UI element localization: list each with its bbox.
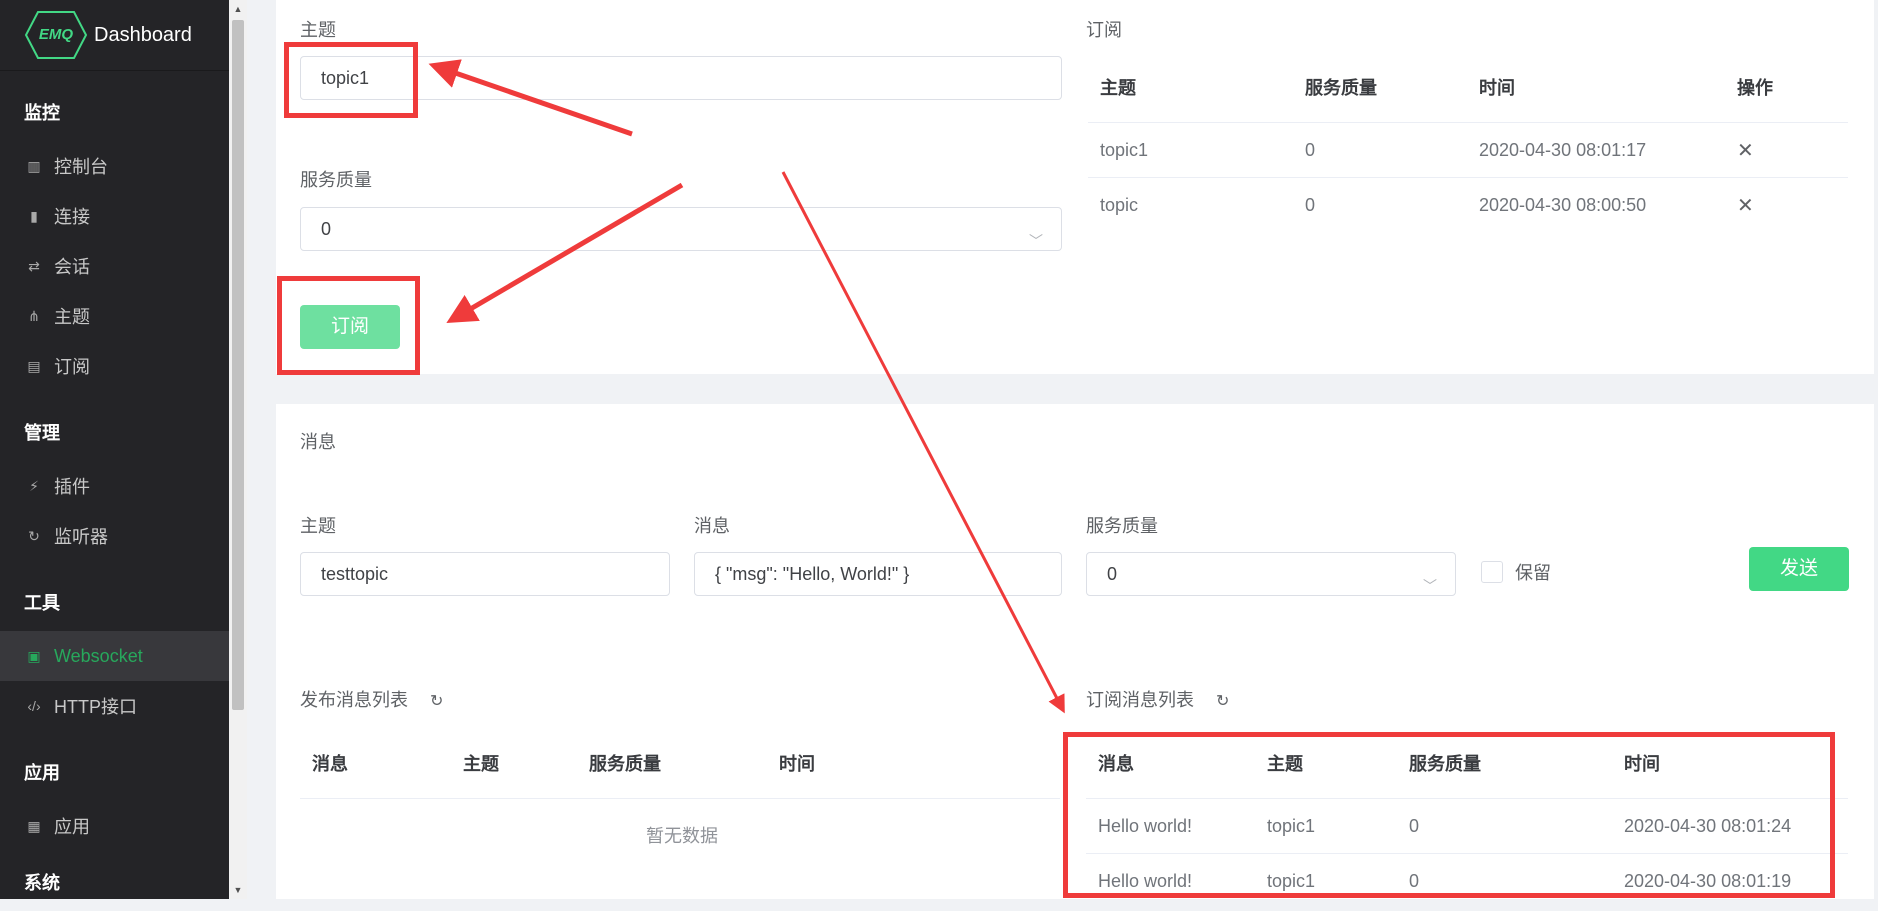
scroll-up-icon[interactable]: ▲ <box>229 2 247 16</box>
subscribe-card: 主题 topic1 服务质量 0 ﹀ 订阅 订阅 主题 服务质量 时间 操作 t… <box>276 0 1874 374</box>
scrollbar-thumb[interactable] <box>232 20 244 710</box>
sidebar-item-topics[interactable]: ⋔ 主题 <box>0 291 229 341</box>
message-payload-input[interactable]: { "msg": "Hello, World!" } <box>694 552 1062 596</box>
refresh-icon: ↻ <box>28 527 40 544</box>
annotation-box-subscribe <box>277 276 420 375</box>
html5-icon: ▣ <box>27 647 41 664</box>
column-header: 操作 <box>1736 52 1848 123</box>
table-row: topic1 0 2020-04-30 08:01:17 ✕ <box>1088 123 1848 178</box>
swap-icon: ⇄ <box>28 257 40 274</box>
sidebar-item-websocket[interactable]: ▣ Websocket <box>0 631 229 681</box>
retain-label: 保留 <box>1515 563 1551 583</box>
table-row: topic 0 2020-04-30 08:00:50 ✕ <box>1088 177 1848 232</box>
refresh-icon[interactable]: ↻ <box>1216 691 1229 711</box>
message-qos-label: 服务质量 <box>1086 516 1158 536</box>
sidebar: EMQ Dashboard 监控 ▥ 控制台 ▮ 连接 ⇄ 会话 ⋔ 主题 ▤ 订阅 管理… <box>0 0 229 899</box>
published-list-title: 发布消息列表 ↻ <box>300 690 444 711</box>
plug-icon: ⚡ <box>29 477 39 494</box>
message-topic-input[interactable]: testtopic <box>300 552 670 596</box>
unsubscribe-close-icon[interactable]: ✕ <box>1736 123 1848 178</box>
refresh-icon[interactable]: ↻ <box>430 691 443 711</box>
annotation-box-received <box>1063 732 1835 898</box>
subscribe-topic-label: 主题 <box>300 20 336 40</box>
annotation-box-topic <box>284 42 418 118</box>
share-icon: ⋔ <box>28 307 40 324</box>
sidebar-group-monitor: 监控 <box>24 103 60 123</box>
code-icon: ‹/› <box>27 698 41 714</box>
chevron-down-icon: ﹀ <box>1423 578 1437 594</box>
column-header: 服务质量 <box>588 728 778 799</box>
column-header: 时间 <box>778 728 1060 799</box>
send-button[interactable]: 发送 <box>1749 547 1849 591</box>
retain-checkbox[interactable] <box>1481 561 1503 583</box>
rss-icon: ▤ <box>27 357 41 374</box>
received-list-title: 订阅消息列表 ↻ <box>1086 690 1230 711</box>
sidebar-item-apps[interactable]: ▦ 应用 <box>0 801 229 851</box>
empty-state-text: 暂无数据 <box>646 826 718 846</box>
sidebar-item-sessions[interactable]: ⇄ 会话 <box>0 241 229 291</box>
app-logo[interactable]: EMQ Dashboard <box>0 0 229 71</box>
chip-icon: ▮ <box>30 207 38 224</box>
sidebar-item-subscriptions[interactable]: ▤ 订阅 <box>0 341 229 391</box>
column-header: 主题 <box>1088 52 1304 123</box>
sidebar-item-plugins[interactable]: ⚡ 插件 <box>0 461 229 511</box>
column-header: 时间 <box>1478 52 1736 123</box>
sidebar-item-listeners[interactable]: ↻ 监听器 <box>0 511 229 561</box>
sidebar-scrollbar[interactable]: ▲ ▼ <box>229 0 247 899</box>
message-card-title: 消息 <box>300 432 336 452</box>
subscribe-qos-label: 服务质量 <box>300 170 372 190</box>
bar-chart-icon: ▥ <box>27 157 41 174</box>
chevron-down-icon: ﹀ <box>1029 233 1043 249</box>
sidebar-item-connections[interactable]: ▮ 连接 <box>0 191 229 241</box>
sidebar-item-console[interactable]: ▥ 控制台 <box>0 141 229 191</box>
sidebar-group-tools: 工具 <box>24 593 60 613</box>
scroll-down-icon[interactable]: ▼ <box>229 883 247 897</box>
emq-logo-icon: EMQ <box>24 10 88 60</box>
sidebar-item-http-api[interactable]: ‹/› HTTP接口 <box>0 681 229 731</box>
sidebar-group-manage: 管理 <box>24 423 60 443</box>
column-header: 服务质量 <box>1304 52 1478 123</box>
subscription-list-title: 订阅 <box>1086 20 1122 40</box>
archive-icon: ▦ <box>27 817 41 834</box>
published-table: 消息 主题 服务质量 时间 <box>300 728 1060 799</box>
subscription-table: 主题 服务质量 时间 操作 topic1 0 2020-04-30 08:01:… <box>1088 52 1848 232</box>
sidebar-group-system: 系统 <box>24 873 60 893</box>
column-header: 主题 <box>462 728 588 799</box>
sidebar-group-apps: 应用 <box>24 763 60 783</box>
message-topic-label: 主题 <box>300 516 336 536</box>
app-title: Dashboard <box>94 23 192 46</box>
message-payload-label: 消息 <box>694 516 730 536</box>
message-qos-select[interactable]: 0 ﹀ <box>1086 552 1456 596</box>
unsubscribe-close-icon[interactable]: ✕ <box>1736 177 1848 232</box>
subscribe-qos-select[interactable]: 0 ﹀ <box>300 207 1062 251</box>
column-header: 消息 <box>300 728 462 799</box>
